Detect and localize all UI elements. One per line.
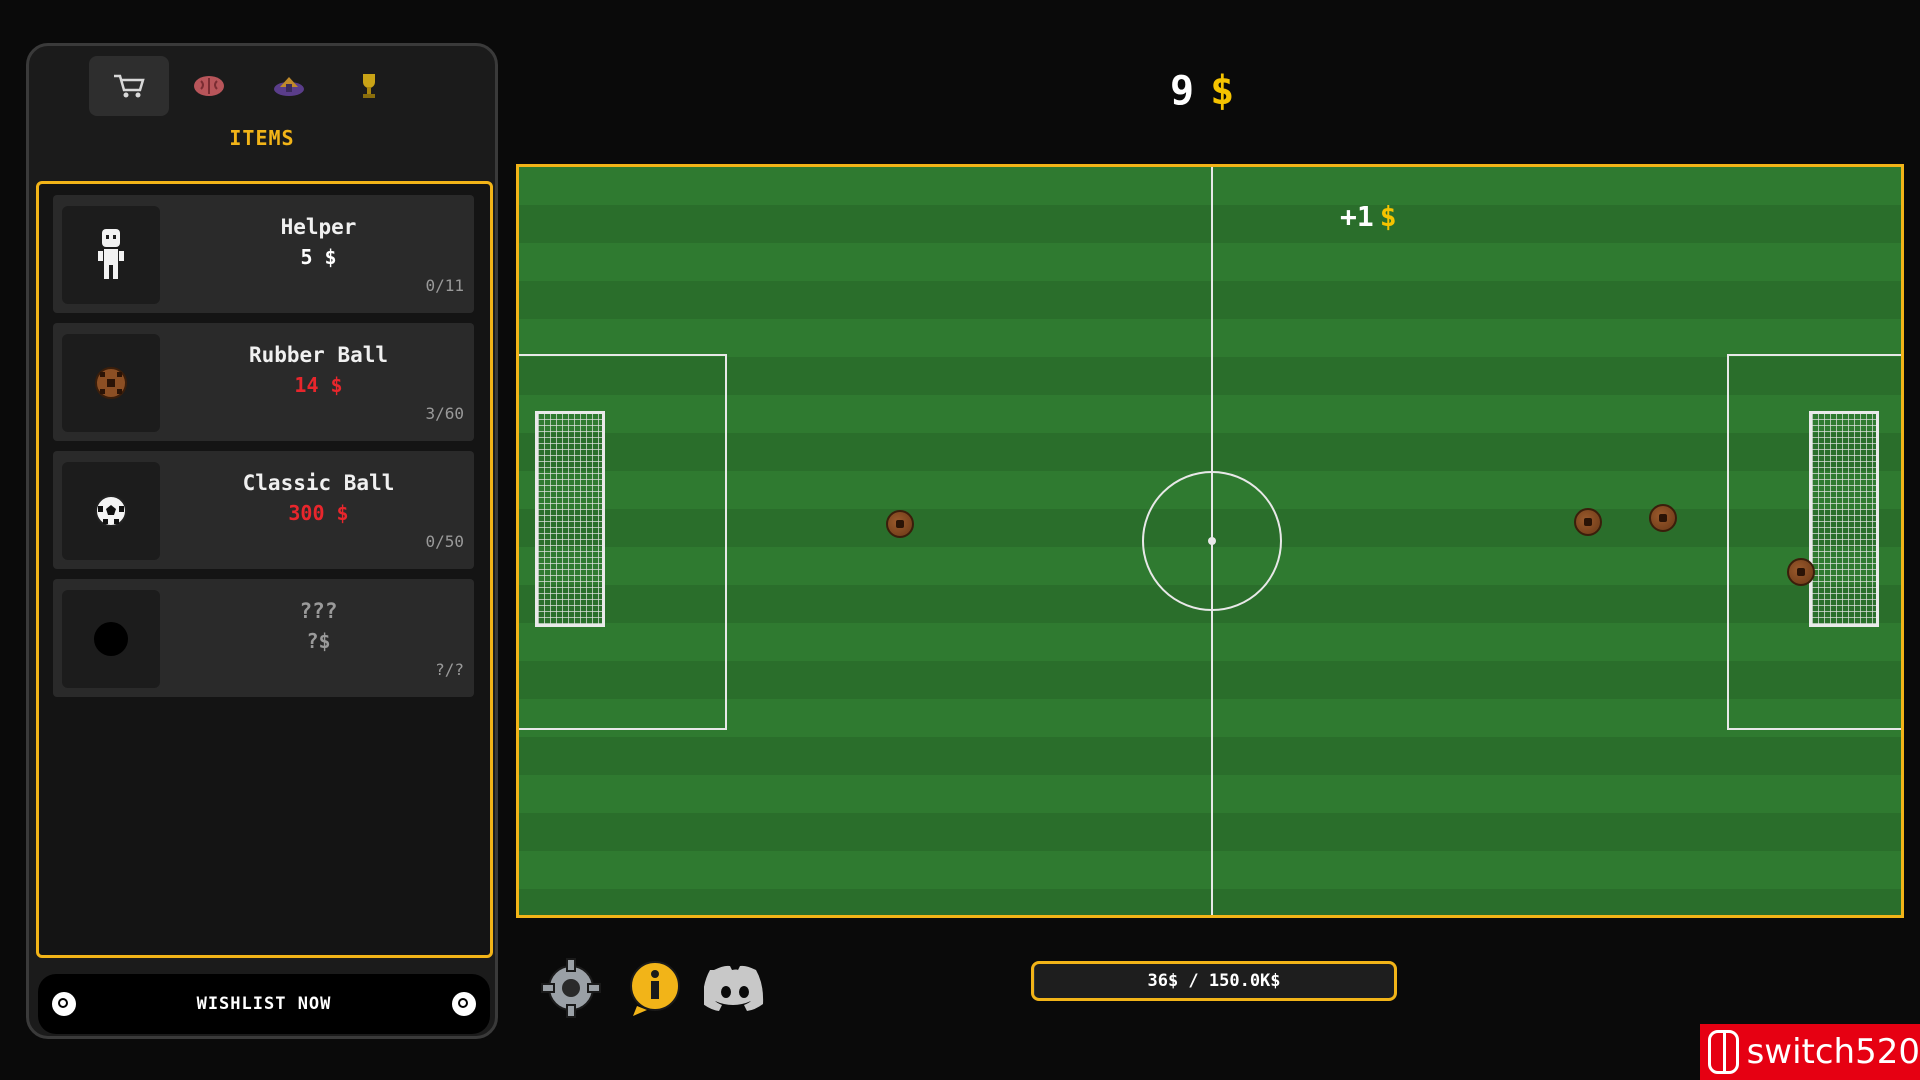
item-rubber-ball[interactable]: Rubber Ball 14 $ 3/60 xyxy=(53,323,474,441)
earnings-popup: +1 $ xyxy=(1340,200,1397,233)
soccer-field[interactable] xyxy=(516,164,1904,918)
item-count: 0/50 xyxy=(425,532,464,551)
tab-trophies[interactable] xyxy=(329,56,409,116)
item-icon-box xyxy=(62,462,160,560)
item-price: 14 $ xyxy=(294,373,343,397)
ball[interactable] xyxy=(886,510,914,538)
item-icon-box xyxy=(62,590,160,688)
info-button[interactable] xyxy=(622,958,688,1018)
tab-upgrades[interactable] xyxy=(169,56,249,116)
tab-stadium[interactable] xyxy=(249,56,329,116)
rubber-ball-icon xyxy=(95,367,127,399)
money-counter: 9 $ xyxy=(1170,68,1234,114)
shop-panel: ITEMS Helper 5 $ 0/11 Rubber Ball 14 $ 3… xyxy=(26,43,498,1039)
steam-icon xyxy=(451,992,476,1016)
goal-progress-bar: 36$ / 150.0K$ xyxy=(1031,961,1397,1001)
item-icon-box xyxy=(62,334,160,432)
panel-title: ITEMS xyxy=(229,126,295,150)
stadium-icon xyxy=(274,77,304,96)
item-price: ?$ xyxy=(306,629,331,653)
shop-tabs xyxy=(89,56,409,116)
brain-icon xyxy=(194,76,224,96)
trophy-icon xyxy=(363,74,375,98)
item-count: 0/11 xyxy=(425,276,464,295)
steam-icon xyxy=(52,992,76,1016)
helper-icon xyxy=(98,229,124,279)
settings-button[interactable] xyxy=(538,958,604,1018)
watermark-text: switch520 xyxy=(1746,1032,1920,1072)
item-price: 5 $ xyxy=(300,245,337,269)
progress-label: 36$ / 150.0K$ xyxy=(1147,971,1281,991)
gear-icon xyxy=(541,958,601,1018)
item-classic-ball[interactable]: Classic Ball 300 $ 0/50 xyxy=(53,451,474,569)
discord-button[interactable] xyxy=(702,958,768,1018)
right-goal xyxy=(1809,411,1879,627)
tab-items[interactable] xyxy=(89,56,169,116)
ball[interactable] xyxy=(1787,558,1815,586)
wishlist-button[interactable]: WISHLIST NOW xyxy=(38,974,490,1034)
items-list: Helper 5 $ 0/11 Rubber Ball 14 $ 3/60 Cl… xyxy=(36,181,493,958)
item-locked[interactable]: ??? ?$ ?/? xyxy=(53,579,474,697)
item-name: Rubber Ball xyxy=(248,343,389,367)
cart-icon xyxy=(114,74,145,98)
currency-symbol: $ xyxy=(1210,68,1235,114)
watermark: switch520 xyxy=(1700,1024,1920,1080)
classic-ball-icon xyxy=(95,495,127,527)
money-value: 9 xyxy=(1170,68,1195,114)
ball[interactable] xyxy=(1649,504,1677,532)
earnings-amount: +1 xyxy=(1340,200,1374,233)
item-count: 3/60 xyxy=(425,404,464,423)
item-price: 300 $ xyxy=(288,501,349,525)
item-name: Helper xyxy=(280,215,357,239)
ball[interactable] xyxy=(1574,508,1602,536)
currency-symbol: $ xyxy=(1379,200,1397,233)
wishlist-label: WISHLIST NOW xyxy=(196,994,332,1014)
info-icon xyxy=(630,961,680,1016)
center-spot xyxy=(1208,537,1216,545)
discord-icon xyxy=(704,965,764,1011)
left-goal xyxy=(535,411,605,627)
item-icon-box xyxy=(62,206,160,304)
item-name: Classic Ball xyxy=(242,471,395,495)
item-helper[interactable]: Helper 5 $ 0/11 xyxy=(53,195,474,313)
locked-item-icon xyxy=(94,622,128,656)
item-name: ??? xyxy=(299,599,338,623)
switch-logo-icon xyxy=(1708,1030,1739,1074)
item-count: ?/? xyxy=(435,660,464,679)
